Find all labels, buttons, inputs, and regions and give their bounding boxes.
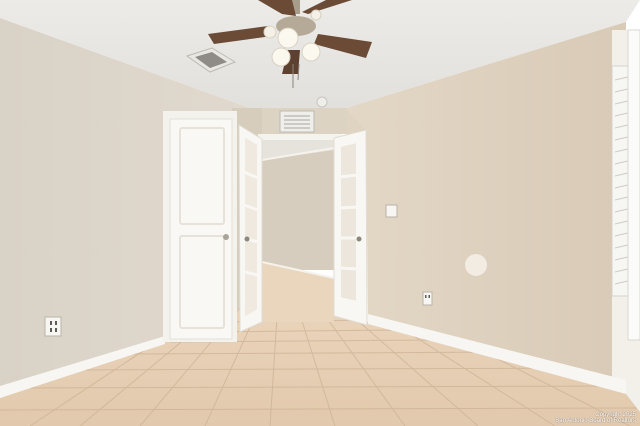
fan-light-1: [277, 27, 299, 49]
french-door-left-handle[interactable]: [244, 236, 250, 242]
closet-door-knob[interactable]: [223, 234, 229, 240]
fan-light-2: [301, 42, 321, 62]
doorway-opening: [262, 140, 334, 270]
room-photo: [0, 0, 640, 426]
wall-vent: [279, 110, 315, 133]
photo-credit-line2: San Antonio Board of Realtors: [555, 418, 636, 424]
wall-patch: [465, 254, 487, 276]
wall-outlet-left: [44, 316, 62, 337]
window-shutters[interactable]: [611, 29, 640, 341]
fan-light-3: [271, 47, 291, 67]
photo-credit: Copyright 2025 San Antonio Board of Real…: [555, 412, 636, 424]
wall-outlet-right: [422, 291, 433, 306]
french-door-right-handle[interactable]: [356, 236, 362, 242]
light-switch[interactable]: [385, 204, 398, 218]
smoke-detector: [316, 96, 328, 108]
